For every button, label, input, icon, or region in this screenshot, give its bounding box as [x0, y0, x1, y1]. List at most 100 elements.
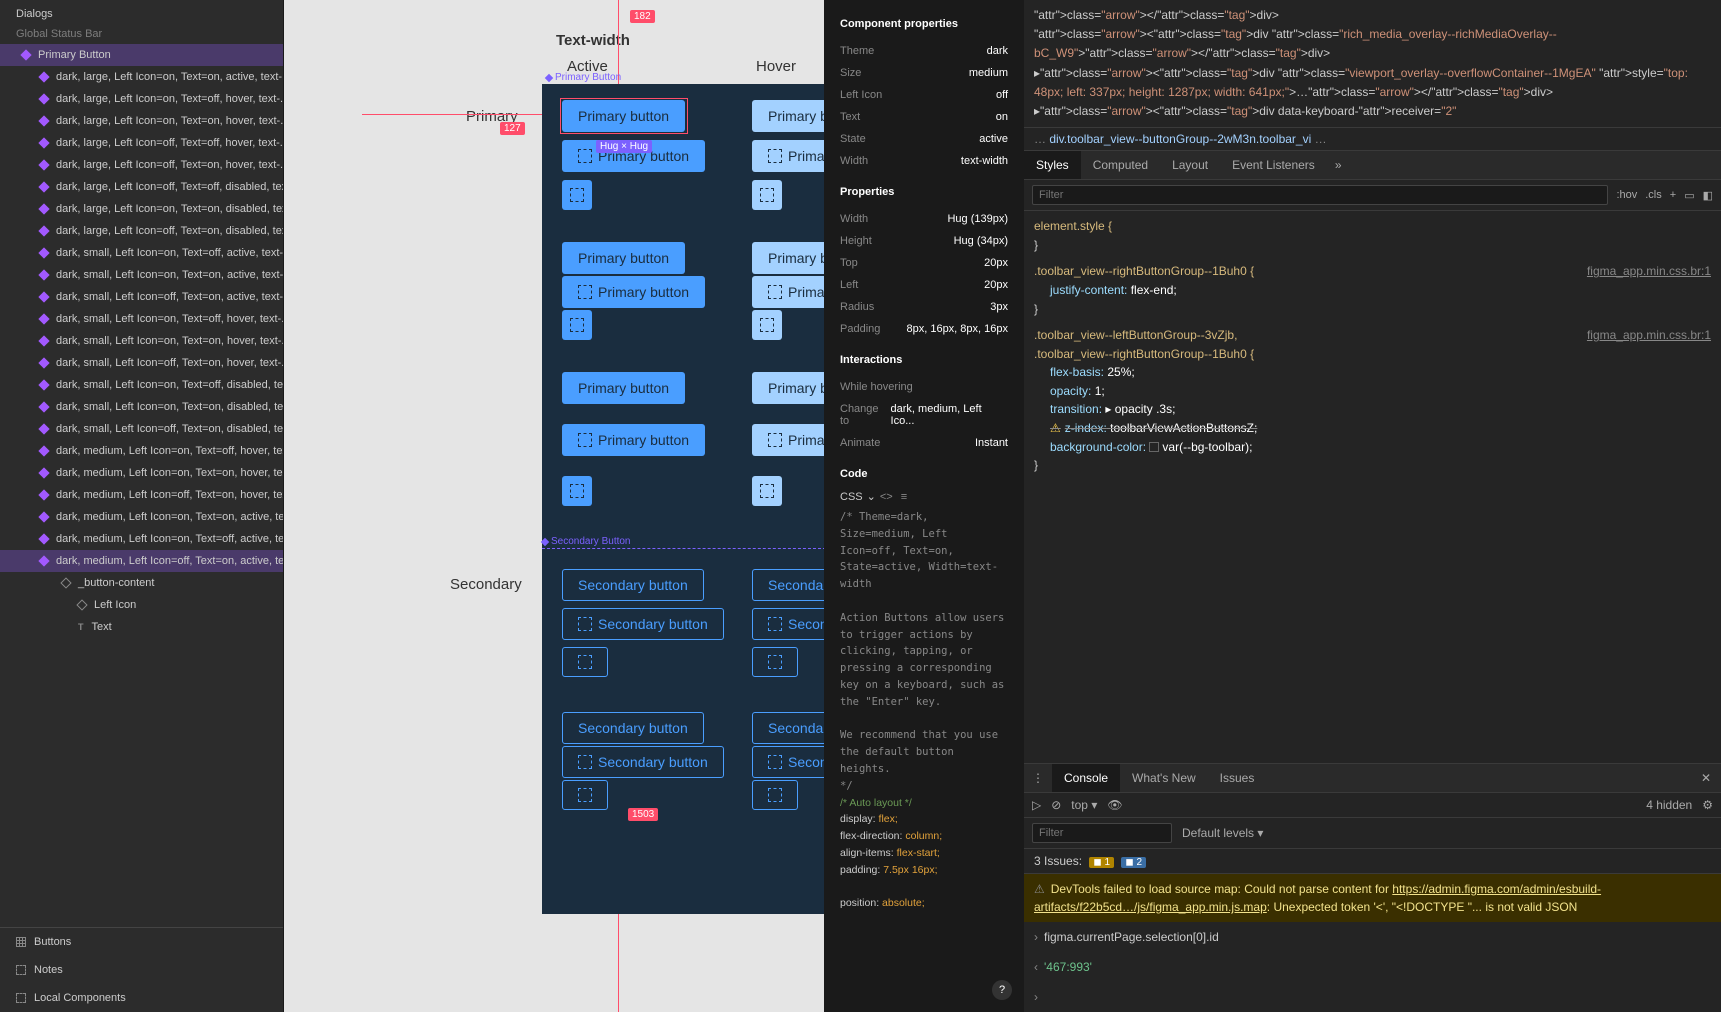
- tab-console[interactable]: Console: [1052, 764, 1120, 792]
- eye-icon[interactable]: 👁: [1107, 798, 1122, 812]
- console-prompt[interactable]: ›: [1024, 982, 1721, 1012]
- primary-button-icon-only[interactable]: [562, 310, 592, 340]
- layer-variant[interactable]: dark, large, Left Icon=off, Text=off, ho…: [0, 132, 283, 154]
- layer-section-dialogs[interactable]: Dialogs: [0, 4, 283, 24]
- chevron-down-icon: ⌄: [867, 490, 876, 503]
- device-icon[interactable]: ▭: [1684, 189, 1694, 202]
- layer-variant[interactable]: dark, small, Left Icon=on, Text=on, acti…: [0, 264, 283, 286]
- tab-computed[interactable]: Computed: [1081, 151, 1160, 179]
- secondary-button[interactable]: Secondary button: [562, 712, 704, 744]
- secondary-button-icon-only[interactable]: [562, 780, 608, 810]
- secondary-button-icon-only[interactable]: [562, 647, 608, 677]
- layer-label: dark, large, Left Icon=on, Text=on, disa…: [56, 203, 283, 215]
- layer-variant-selected[interactable]: dark, medium, Left Icon=off, Text=on, ac…: [0, 550, 283, 572]
- component-icon: [38, 335, 49, 346]
- layer-label: dark, medium, Left Icon=on, Text=on, act…: [56, 511, 283, 523]
- primary-button-icon-only[interactable]: [562, 180, 592, 210]
- secondary-button-icon[interactable]: Secondary button: [562, 608, 724, 640]
- primary-button[interactable]: Primary button: [562, 100, 685, 132]
- layer-variant[interactable]: dark, large, Left Icon=off, Text=on, dis…: [0, 220, 283, 242]
- settings-icon[interactable]: ⚙: [1702, 798, 1713, 812]
- issues-summary[interactable]: 3 Issues: ◼ 1 ◼ 2: [1024, 849, 1721, 874]
- layer-label: _button-content: [78, 577, 154, 589]
- primary-button-hover-icon-only[interactable]: [752, 310, 782, 340]
- prop-row: Left Iconoff: [840, 84, 1008, 106]
- layer-child-button-content[interactable]: _button-content: [0, 572, 283, 594]
- new-rule-button[interactable]: +: [1670, 189, 1676, 201]
- component-icon: [38, 225, 49, 236]
- dom-tree[interactable]: "attr">class="arrow"></"attr">class="tag…: [1024, 0, 1721, 128]
- toggle-sidebar-icon[interactable]: ◧: [1703, 189, 1713, 202]
- list-icon[interactable]: ≡: [901, 491, 907, 503]
- help-button[interactable]: ?: [992, 980, 1012, 1000]
- layer-variant[interactable]: dark, large, Left Icon=off, Text=off, di…: [0, 176, 283, 198]
- layer-group-primary-button[interactable]: Primary Button: [0, 44, 283, 66]
- tab-styles[interactable]: Styles: [1024, 151, 1081, 179]
- console-body: ▷ ⊘ top ▾ 👁 4 hidden ⚙ Default levels ▾ …: [1024, 793, 1721, 1012]
- code-lang-select[interactable]: CSS⌄ <>≡: [840, 490, 1008, 503]
- measure-top: 182: [630, 10, 655, 23]
- cls-toggle[interactable]: .cls: [1645, 189, 1662, 201]
- styles-toolbar: :hov .cls + ▭ ◧: [1024, 180, 1721, 211]
- layer-variant[interactable]: dark, medium, Left Icon=on, Text=on, act…: [0, 506, 283, 528]
- tab-event-listeners[interactable]: Event Listeners: [1220, 151, 1327, 179]
- layer-variant[interactable]: dark, large, Left Icon=off, Text=on, hov…: [0, 154, 283, 176]
- component-tag-primary: Primary Button: [546, 72, 621, 83]
- layers-list[interactable]: Dialogs Global Status Bar Primary Button…: [0, 0, 283, 927]
- close-drawer[interactable]: ✕: [1691, 765, 1721, 791]
- layer-variant[interactable]: dark, large, Left Icon=on, Text=off, hov…: [0, 88, 283, 110]
- primary-button-large-icon[interactable]: Primary button: [562, 424, 705, 456]
- layer-variant[interactable]: dark, small, Left Icon=on, Text=off, dis…: [0, 374, 283, 396]
- primary-button-hover-icon-only[interactable]: [752, 180, 782, 210]
- layer-variant[interactable]: dark, medium, Left Icon=on, Text=off, ac…: [0, 528, 283, 550]
- tab-layout[interactable]: Layout: [1160, 151, 1220, 179]
- page-local-components[interactable]: Local Components: [0, 984, 283, 1012]
- prop-row: Top20px: [840, 252, 1008, 274]
- hov-toggle[interactable]: :hov: [1616, 189, 1637, 201]
- secondary-button-hover-icon-only[interactable]: [752, 647, 798, 677]
- page-buttons[interactable]: Buttons: [0, 928, 283, 956]
- dom-breadcrumb[interactable]: … div.toolbar_view--buttonGroup--2wM3n.t…: [1024, 128, 1721, 151]
- primary-button-hover-large-icon-only[interactable]: [752, 476, 782, 506]
- layer-variant[interactable]: dark, medium, Left Icon=on, Text=off, ho…: [0, 440, 283, 462]
- styles-filter-input[interactable]: [1032, 185, 1608, 205]
- context-select[interactable]: top ▾: [1071, 798, 1097, 812]
- page-notes[interactable]: Notes: [0, 956, 283, 984]
- layer-variant[interactable]: dark, large, Left Icon=on, Text=on, acti…: [0, 66, 283, 88]
- placeholder-icon: [578, 788, 592, 802]
- levels-select[interactable]: Default levels ▾: [1182, 826, 1263, 840]
- layer-variant[interactable]: dark, small, Left Icon=on, Text=on, hove…: [0, 330, 283, 352]
- layer-child-text[interactable]: T Text: [0, 616, 283, 638]
- layer-variant[interactable]: dark, large, Left Icon=on, Text=on, disa…: [0, 198, 283, 220]
- more-tabs[interactable]: »: [1327, 152, 1350, 178]
- tab-issues[interactable]: Issues: [1208, 764, 1267, 792]
- layer-variant[interactable]: dark, small, Left Icon=off, Text=on, hov…: [0, 352, 283, 374]
- secondary-button[interactable]: Secondary button: [562, 569, 704, 601]
- layer-section-statusbar[interactable]: Global Status Bar: [0, 24, 283, 44]
- layer-variant[interactable]: dark, small, Left Icon=on, Text=on, disa…: [0, 396, 283, 418]
- primary-button-icon[interactable]: Primary button: [562, 276, 705, 308]
- tab-whats-new[interactable]: What's New: [1120, 764, 1208, 792]
- layer-variant[interactable]: dark, large, Left Icon=on, Text=on, hove…: [0, 110, 283, 132]
- secondary-button-icon[interactable]: Secondary button: [562, 746, 724, 778]
- layer-variant[interactable]: dark, small, Left Icon=on, Text=off, act…: [0, 242, 283, 264]
- primary-button[interactable]: Primary button: [562, 242, 685, 274]
- console-filter-input[interactable]: [1032, 823, 1172, 843]
- layer-variant[interactable]: dark, small, Left Icon=off, Text=on, act…: [0, 286, 283, 308]
- primary-button-large-icon-only[interactable]: [562, 476, 592, 506]
- play-icon[interactable]: ▷: [1032, 798, 1041, 812]
- layer-child-left-icon[interactable]: Left Icon: [0, 594, 283, 616]
- layer-variant[interactable]: dark, small, Left Icon=off, Text=on, dis…: [0, 418, 283, 440]
- placeholder-icon: [570, 484, 584, 498]
- styles-rules[interactable]: element.style {}figma_app.min.css.br:1.t…: [1024, 211, 1721, 763]
- drawer-menu[interactable]: ⋮: [1024, 765, 1052, 791]
- clear-icon[interactable]: ⊘: [1051, 798, 1061, 812]
- placeholder-icon: [768, 285, 782, 299]
- primary-button-large[interactable]: Primary button: [562, 372, 685, 404]
- layer-variant[interactable]: dark, medium, Left Icon=on, Text=on, hov…: [0, 462, 283, 484]
- code-icon[interactable]: <>: [880, 491, 893, 503]
- secondary-button-hover-icon-only[interactable]: [752, 780, 798, 810]
- component-icon: [38, 511, 49, 522]
- layer-variant[interactable]: dark, small, Left Icon=on, Text=off, hov…: [0, 308, 283, 330]
- layer-variant[interactable]: dark, medium, Left Icon=off, Text=on, ho…: [0, 484, 283, 506]
